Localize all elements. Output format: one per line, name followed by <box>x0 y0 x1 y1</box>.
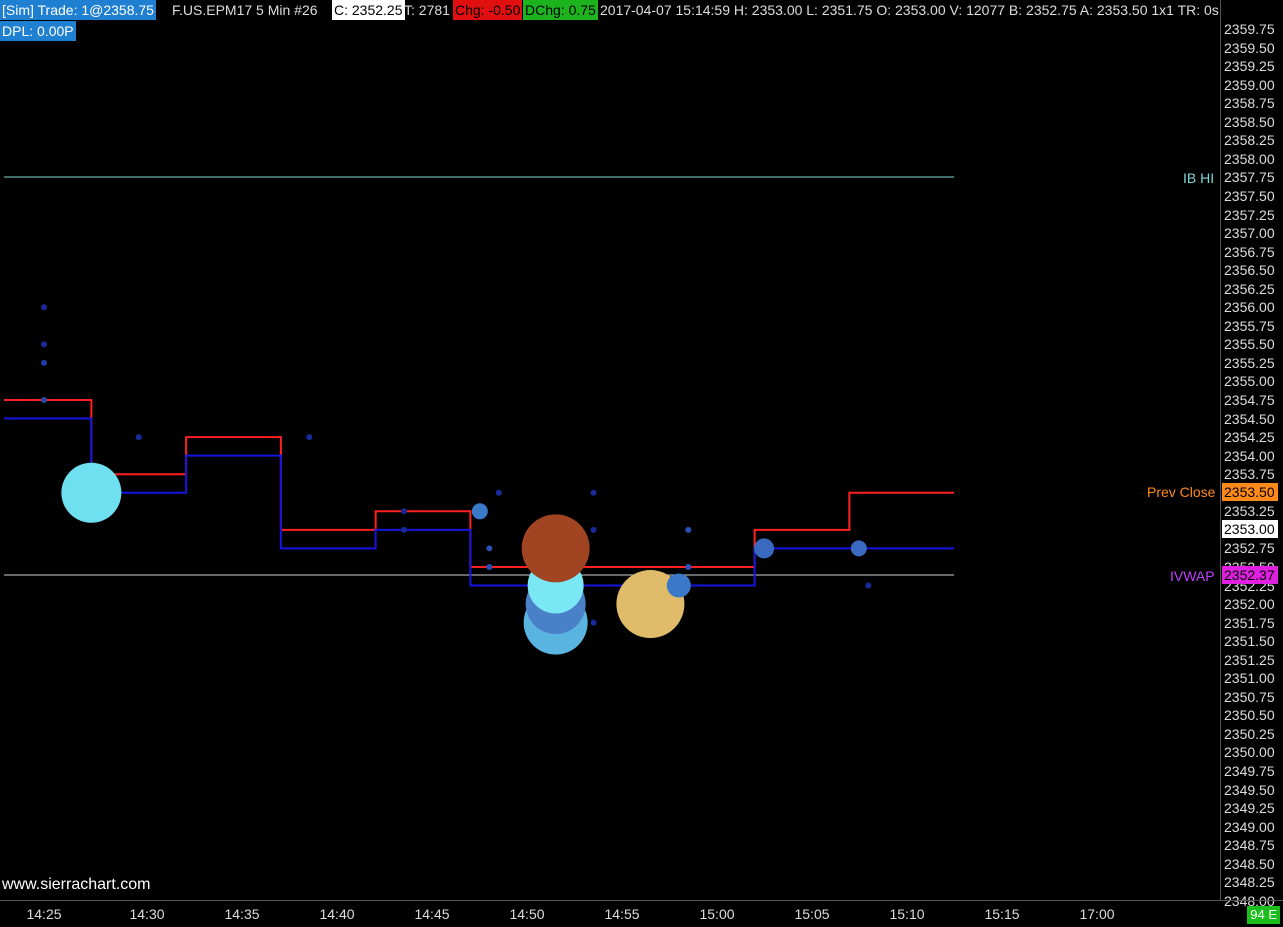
time-tick-label: 15:10 <box>889 906 925 922</box>
volume-bubble <box>471 503 488 520</box>
price-tick-label: 2349.50 <box>1224 781 1275 798</box>
price-tick-label: 2351.50 <box>1224 633 1275 650</box>
time-tick-label: 17:00 <box>1079 906 1115 922</box>
prev-close-label: Prev Close <box>1147 484 1216 500</box>
price-tick-label: 2355.00 <box>1224 373 1275 390</box>
volume-bubble <box>666 573 691 598</box>
volume-bubble <box>590 526 597 533</box>
time-tick-label: 14:40 <box>319 906 355 922</box>
price-tick-label: 2355.50 <box>1224 336 1275 353</box>
step-lines <box>4 399 954 587</box>
vwap-label: IVWAP <box>1170 568 1215 584</box>
price-tick-label: 2348.25 <box>1224 874 1275 891</box>
price-tick-label: 2356.25 <box>1224 280 1275 297</box>
price-tick-label: 2358.00 <box>1224 150 1275 167</box>
price-tick-label: 2354.75 <box>1224 392 1275 408</box>
volume-bubbles <box>41 304 872 655</box>
price-tick-label: 2357.50 <box>1224 187 1275 204</box>
price-tick-label: 2359.50 <box>1224 39 1275 56</box>
volume-bubble <box>61 462 122 523</box>
volume-bubble <box>486 563 493 570</box>
price-tick-label: 2358.75 <box>1224 95 1275 112</box>
volume-bubble <box>41 359 47 366</box>
time-tick-label: 14:55 <box>604 906 640 922</box>
price-tick-label: 2349.75 <box>1224 763 1275 779</box>
price-tick-label: 2358.50 <box>1224 113 1275 130</box>
time-tick-label: 14:50 <box>509 906 545 922</box>
price-tick-label: 2358.25 <box>1224 132 1275 149</box>
price-tick-label: 2355.75 <box>1224 317 1275 334</box>
price-tick-label: 2349.25 <box>1224 800 1275 817</box>
volume-bubble <box>401 526 408 533</box>
price-tick-label: 2350.75 <box>1224 688 1275 705</box>
price-tick-label: 2356.00 <box>1224 299 1275 316</box>
price-tick-label: 2354.25 <box>1224 429 1275 446</box>
price-tick-label: 2359.00 <box>1224 76 1275 93</box>
price-tick-label: 2355.25 <box>1224 354 1275 371</box>
volume-bubble <box>590 489 597 496</box>
price-tick-label: 2349.00 <box>1224 818 1275 835</box>
price-tick-label: 2351.75 <box>1224 614 1275 631</box>
price-tick-label: 2354.50 <box>1224 410 1275 427</box>
volume-bubble <box>685 526 692 533</box>
price-tick-label: 2351.25 <box>1224 651 1275 668</box>
price-tick-label: 2351.00 <box>1224 670 1275 687</box>
price-tick-label: 2352.00 <box>1224 596 1275 613</box>
price-tick-label: 2353.75 <box>1224 466 1275 483</box>
volume-bubble <box>135 434 142 441</box>
price-tick-label: 2354.00 <box>1224 447 1275 464</box>
price-tick-label: 2359.75 <box>1224 21 1275 37</box>
price-tick-label: 2359.25 <box>1224 58 1275 75</box>
watermark: www.sierrachart.com <box>2 876 151 893</box>
time-tick-label: 14:25 <box>26 906 62 922</box>
volume-bubble <box>590 619 597 626</box>
price-chart[interactable] <box>0 0 1220 900</box>
upper-step-line <box>4 399 954 568</box>
volume-bubble <box>850 540 867 557</box>
price-tick-label: 2348.50 <box>1224 855 1275 872</box>
price-tick-label: 2348.75 <box>1224 837 1275 854</box>
vwap-label-text: VWAP <box>1173 568 1215 584</box>
time-tick-label: 14:35 <box>224 906 260 922</box>
time-tick-label: 15:05 <box>794 906 830 922</box>
price-tick-label: 2352.75 <box>1224 540 1275 557</box>
time-tick-label: 15:00 <box>699 906 735 922</box>
volume-bubble <box>486 545 493 552</box>
price-tick-label: 2357.00 <box>1224 225 1275 242</box>
price-tick-label: 2356.50 <box>1224 262 1275 279</box>
volume-bubble <box>41 397 47 403</box>
price-tick-label: 2350.00 <box>1224 744 1275 761</box>
vwap-price-box: 2352.37 <box>1222 566 1278 584</box>
price-tick-label: 2357.25 <box>1224 206 1275 223</box>
time-tick-label: 14:45 <box>414 906 450 922</box>
volume-bubble <box>521 514 590 583</box>
status-badge: 94 E <box>1247 906 1280 924</box>
lower-step-line <box>4 417 954 587</box>
time-tick-label: 15:15 <box>984 906 1020 922</box>
volume-bubble <box>41 341 47 348</box>
volume-bubble <box>754 538 775 559</box>
price-tick-label: 2356.75 <box>1224 243 1275 260</box>
time-tick-label: 14:30 <box>129 906 165 922</box>
current-price-box: 2353.00 <box>1222 520 1278 538</box>
prev-close-price-box: 2353.50 <box>1222 483 1278 501</box>
price-tick-label: 2357.75 <box>1224 169 1275 186</box>
volume-bubble <box>41 304 47 311</box>
volume-bubble <box>685 563 692 570</box>
volume-bubble <box>401 508 408 515</box>
volume-bubble <box>495 489 502 496</box>
volume-bubble <box>306 434 313 441</box>
volume-bubble <box>865 582 872 589</box>
price-tick-label: 2353.25 <box>1224 503 1275 520</box>
price-tick-label: 2350.50 <box>1224 707 1275 724</box>
price-tick-label: 2350.25 <box>1224 725 1275 742</box>
ib-hi-label: IB HI <box>1183 170 1215 186</box>
